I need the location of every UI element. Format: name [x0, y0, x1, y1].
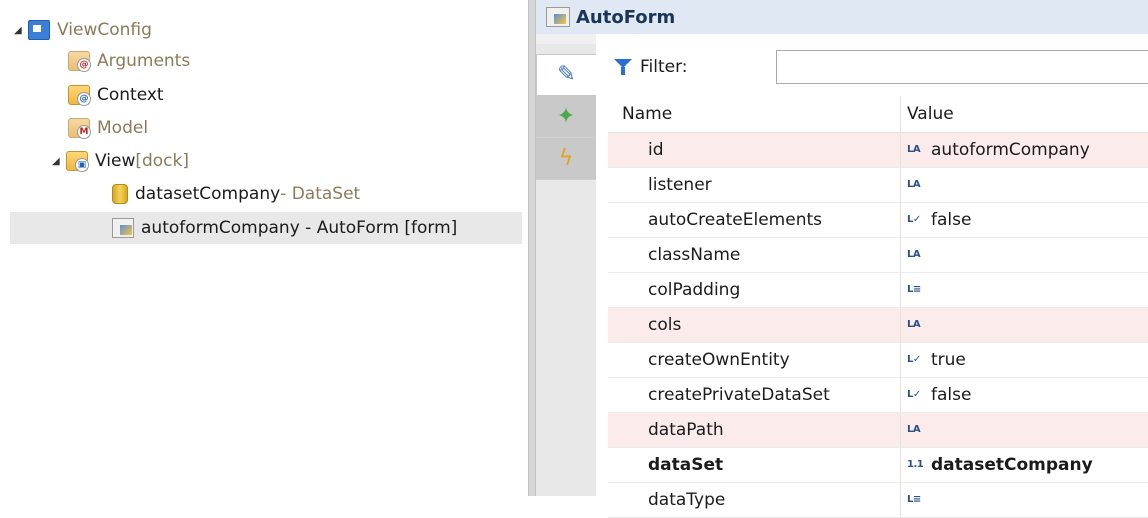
lightning-icon: ϟ	[558, 145, 574, 171]
tree-item-label: Arguments	[97, 51, 191, 71]
autoform-icon	[546, 7, 570, 27]
property-value-text: true	[931, 350, 966, 370]
properties-header: AutoForm	[536, 0, 1148, 34]
tree-item-model[interactable]: M Model	[68, 112, 148, 144]
tree-item-suffix: - DataSet	[280, 184, 361, 204]
property-value[interactable]: LA	[900, 413, 1148, 447]
filter-label: Filter:	[640, 57, 688, 77]
panel-splitter[interactable]	[528, 0, 536, 496]
property-name: createOwnEntity	[648, 350, 790, 370]
property-row[interactable]: dataSet 1.1 datasetCompany	[608, 448, 1148, 483]
autoform-icon	[112, 218, 134, 238]
value-type-icon: L✓	[907, 389, 921, 400]
property-value[interactable]: LA autoformCompany	[900, 133, 1148, 167]
property-value[interactable]: LA	[900, 308, 1148, 342]
tab-properties[interactable]: ✎	[536, 54, 596, 96]
property-value[interactable]: LA	[900, 238, 1148, 272]
property-value[interactable]: LA	[900, 168, 1148, 202]
expand-arrow-icon[interactable]: ◢	[14, 25, 28, 36]
view-folder-icon: ▣	[66, 151, 89, 172]
tree-item-label: View	[95, 151, 136, 171]
property-row[interactable]: cols LA	[608, 308, 1148, 343]
property-row[interactable]: colPadding L≡	[608, 273, 1148, 308]
tab-events[interactable]: ϟ	[536, 138, 596, 180]
viewconfig-icon	[28, 20, 50, 40]
arguments-folder-icon: @	[68, 51, 91, 72]
filter-icon	[614, 58, 632, 76]
panel-title: AutoForm	[576, 6, 676, 28]
property-name: listener	[648, 175, 712, 195]
property-value[interactable]: 1.1 datasetCompany	[900, 448, 1148, 482]
property-row[interactable]: className LA	[608, 238, 1148, 273]
tree-item-label: datasetCompany	[135, 184, 281, 204]
edit-properties-icon: ✎	[557, 62, 576, 87]
value-type-icon: L≡	[907, 284, 921, 295]
pin-icon: ✦	[556, 103, 576, 129]
context-folder-icon: @	[68, 85, 91, 106]
tree-item-view[interactable]: ◢ ▣ View [dock]	[52, 145, 189, 177]
property-name: dataSet	[648, 455, 724, 475]
tree-item-viewconfig[interactable]: ◢ ViewConfig	[14, 14, 152, 46]
property-row[interactable]: listener LA	[608, 168, 1148, 203]
value-type-icon: L✓	[907, 214, 921, 225]
property-name: dataPath	[648, 420, 724, 440]
property-name: colPadding	[648, 280, 741, 300]
property-row[interactable]: createOwnEntity L✓ true	[608, 343, 1148, 378]
property-value-text: autoformCompany	[931, 140, 1090, 160]
property-name: dataType	[648, 490, 726, 510]
value-type-icon: LA	[907, 179, 921, 190]
tree-item-arguments[interactable]: @ Arguments	[68, 45, 190, 77]
tree-item-autoformcompany[interactable]: autoformCompany - AutoForm [form]	[10, 212, 522, 244]
outline-tree: ◢ ViewConfig @ Arguments @ Context M Mod…	[0, 0, 528, 496]
property-value[interactable]: L≡	[900, 483, 1148, 517]
grid-header: Name Value	[608, 96, 1148, 133]
tab-pins[interactable]: ✦	[536, 96, 596, 138]
value-type-icon: 1.1	[907, 459, 924, 470]
value-type-icon: L✓	[907, 354, 921, 365]
value-type-icon: LA	[907, 319, 921, 330]
dataset-icon	[112, 184, 128, 204]
properties-panel: AutoForm ✎ ✦ ϟ Filter: Name Value id LA au…	[536, 0, 1148, 518]
grid-body: id LA autoformCompany listener LA autoCreateE…	[608, 133, 1148, 518]
property-row[interactable]: createPrivateDataSet L✓ false	[608, 378, 1148, 413]
value-type-icon: L≡	[907, 494, 921, 505]
property-value[interactable]: L✓ false	[900, 203, 1148, 237]
property-row[interactable]: autoCreateElements L✓ false	[608, 203, 1148, 238]
value-type-icon: LA	[907, 249, 921, 260]
property-row[interactable]: dataType L≡	[608, 483, 1148, 518]
column-header-value[interactable]: Value	[900, 96, 1148, 132]
tree-item-label: Context	[97, 85, 164, 105]
tree-item-suffix: [dock]	[135, 151, 189, 171]
column-header-name[interactable]: Name	[608, 104, 900, 124]
tree-item-label: Model	[97, 118, 149, 138]
property-value-text: false	[931, 210, 972, 230]
value-type-icon: LA	[907, 144, 921, 155]
tree-item-label: autoformCompany - AutoForm [form]	[141, 218, 458, 238]
property-value-text: false	[931, 385, 972, 405]
expand-arrow-icon[interactable]: ◢	[52, 156, 66, 167]
property-value[interactable]: L✓ true	[900, 343, 1148, 377]
property-row[interactable]: dataPath LA	[608, 413, 1148, 448]
property-row[interactable]: id LA autoformCompany	[608, 133, 1148, 168]
property-name: id	[648, 140, 664, 160]
property-grid: Name Value id LA autoformCompany listener LA…	[608, 96, 1148, 518]
property-name: cols	[648, 315, 682, 335]
filter-input[interactable]	[776, 50, 1148, 84]
property-value[interactable]: L≡	[900, 273, 1148, 307]
filter-bar: Filter:	[596, 44, 1148, 90]
tree-item-context[interactable]: @ Context	[68, 79, 164, 111]
value-type-icon: LA	[907, 424, 921, 435]
properties-content: Filter: Name Value id LA autoformCompany li…	[596, 34, 1148, 518]
property-value-text: datasetCompany	[931, 455, 1093, 475]
property-name: className	[648, 245, 741, 265]
tree-item-label: ViewConfig	[57, 20, 152, 40]
property-name: createPrivateDataSet	[648, 385, 830, 405]
model-folder-icon: M	[68, 118, 91, 139]
side-tab-bar: ✎ ✦ ϟ	[536, 44, 597, 496]
property-value[interactable]: L✓ false	[900, 378, 1148, 412]
property-name: autoCreateElements	[648, 210, 822, 230]
tree-item-datasetcompany[interactable]: datasetCompany - DataSet	[112, 178, 360, 210]
